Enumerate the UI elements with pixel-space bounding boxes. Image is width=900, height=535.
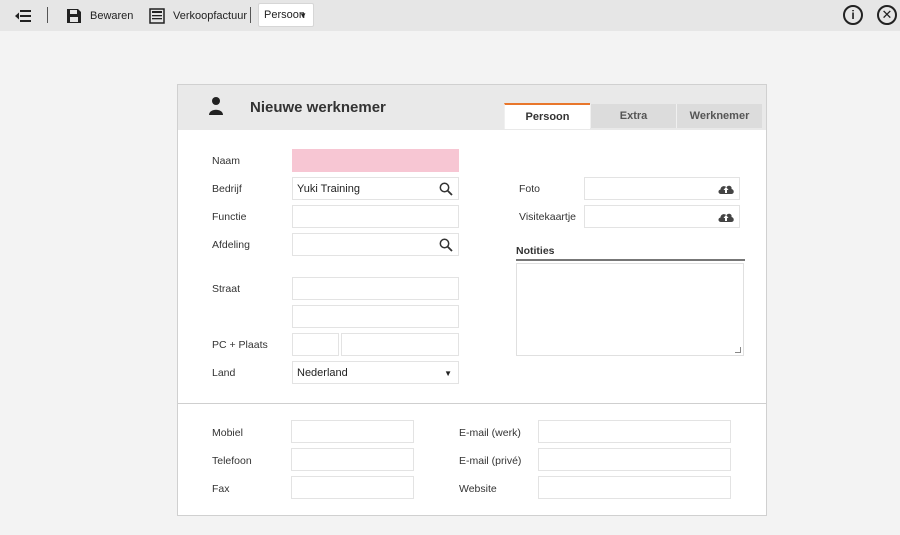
telefoon-label: Telefoon <box>212 455 252 467</box>
website-label: Website <box>459 483 497 495</box>
email-werk-input[interactable] <box>538 420 731 443</box>
bedrijf-value: Yuki Training <box>297 182 360 195</box>
fax-input[interactable] <box>291 476 414 499</box>
functie-label: Functie <box>212 211 247 223</box>
naam-label: Naam <box>212 155 241 167</box>
tab-extra[interactable]: Extra <box>590 104 676 128</box>
close-icon[interactable]: ✕ <box>877 5 897 25</box>
naam-input[interactable] <box>292 149 459 172</box>
invoice-button[interactable]: Verkoopfactuur <box>149 0 247 31</box>
invoice-icon <box>149 7 165 24</box>
caret-down-icon: ▼ <box>444 369 452 378</box>
notities-textarea[interactable] <box>516 263 744 356</box>
search-icon[interactable] <box>439 238 453 252</box>
save-button[interactable]: Bewaren <box>66 0 133 31</box>
straat-label: Straat <box>212 283 241 295</box>
notities-label: Notities <box>516 245 745 261</box>
tab-persoon[interactable]: Persoon <box>504 103 590 129</box>
land-label: Land <box>212 367 236 379</box>
collapse-left-icon[interactable] <box>14 0 32 31</box>
telefoon-input[interactable] <box>291 448 414 471</box>
bedrijf-input[interactable]: Yuki Training <box>292 177 459 200</box>
invoice-label: Verkoopfactuur <box>173 9 247 22</box>
email-werk-label: E-mail (werk) <box>459 427 521 439</box>
mobiel-label: Mobiel <box>212 427 243 439</box>
cloud-upload-icon[interactable] <box>717 211 735 223</box>
card-header: Nieuwe werknemer Persoon Extra Werknemer <box>178 85 766 130</box>
view-select[interactable]: Persoon ▼ <box>258 3 314 27</box>
website-input[interactable] <box>538 476 731 499</box>
employee-form-card: Nieuwe werknemer Persoon Extra Werknemer… <box>177 84 767 516</box>
floppy-disk-icon <box>67 8 81 23</box>
straat-input-2[interactable] <box>292 305 459 328</box>
bedrijf-label: Bedrijf <box>212 183 242 195</box>
visitekaartje-upload[interactable] <box>584 205 740 228</box>
land-value: Nederland <box>297 366 348 379</box>
foto-label: Foto <box>519 183 541 195</box>
email-prive-input[interactable] <box>538 448 731 471</box>
foto-upload[interactable] <box>584 177 740 200</box>
afdeling-label: Afdeling <box>212 239 250 251</box>
resize-handle-icon[interactable] <box>735 347 741 353</box>
info-icon[interactable]: i <box>843 5 863 25</box>
toolbar-separator <box>47 7 48 23</box>
plaats-input[interactable] <box>341 333 459 356</box>
cloud-upload-icon[interactable] <box>717 183 735 195</box>
page-title: Nieuwe werknemer <box>250 99 386 116</box>
toolbar: Bewaren Verkoopfactuur Persoon ▼ i ✕ <box>0 0 900 31</box>
land-select[interactable]: Nederland ▼ <box>292 361 459 384</box>
toolbar-separator <box>250 7 251 23</box>
pc-plaats-label: PC + Plaats <box>212 339 268 351</box>
tab-werknemer[interactable]: Werknemer <box>676 104 762 128</box>
tabs: Persoon Extra Werknemer <box>504 103 762 130</box>
search-icon[interactable] <box>439 182 453 196</box>
person-icon <box>209 97 223 115</box>
fax-label: Fax <box>212 483 230 495</box>
caret-down-icon: ▼ <box>299 11 307 20</box>
postcode-input[interactable] <box>292 333 339 356</box>
visitekaartje-label: Visitekaartje <box>519 211 577 223</box>
section-divider <box>178 403 766 404</box>
email-prive-label: E-mail (privé) <box>459 455 522 467</box>
mobiel-input[interactable] <box>291 420 414 443</box>
functie-input[interactable] <box>292 205 459 228</box>
afdeling-input[interactable] <box>292 233 459 256</box>
save-label: Bewaren <box>90 9 134 22</box>
straat-input[interactable] <box>292 277 459 300</box>
